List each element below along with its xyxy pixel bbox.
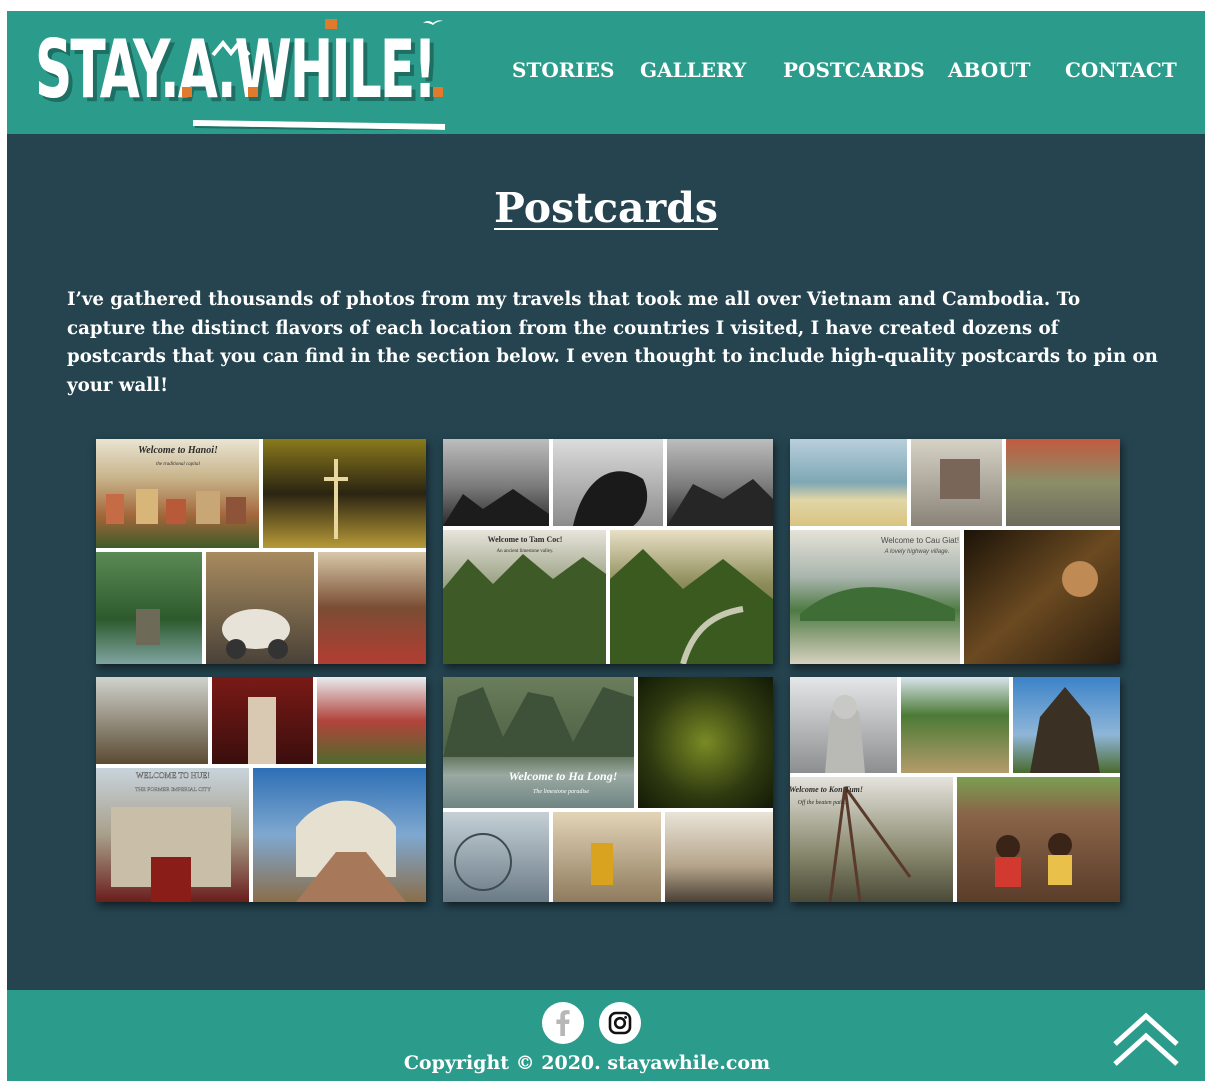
postcard-hue[interactable]: WELCOME TO HUE! THE FORMER IMPERIAL CITY [96,677,426,902]
double-chevron-up-icon [1113,1012,1179,1066]
postcard-image: Welcome to Cau Giat! A lovely highway vi… [790,439,1120,664]
page-title-text: Postcards [494,184,718,232]
postcard-image: Welcome to Kon Tum! Off the beaten path.… [790,677,1120,902]
postcard-caption-sub: the traditional capital [156,462,200,467]
postcard-image: Welcome to Tam Coc! An ancient limestone… [443,439,773,664]
page: STAY.A.WHILE! STAY.A.WHILE! STORIES GALL… [7,11,1205,1081]
postcard-caption-sub: Off the beaten path... [798,799,849,806]
postcard-caption-title: Welcome to Ha Long! [509,769,618,783]
site-footer: Copyright © 2020. stayawhile.com [7,990,1205,1081]
page-title: Postcards [7,183,1205,233]
main-nav: STORIES GALLERY POSTCARDS ABOUT CONTACT [7,11,1205,134]
postcard-cau-giat[interactable]: Welcome to Cau Giat! A lovely highway vi… [790,439,1120,664]
postcard-kon-tum[interactable]: Welcome to Kon Tum! Off the beaten path.… [790,677,1120,902]
postcard-ha-long[interactable]: Welcome to Ha Long! The limestone paradi… [443,677,773,902]
postcard-caption-title: Welcome to Tam Coc! [488,535,563,544]
site-header: STAY.A.WHILE! STAY.A.WHILE! STORIES GALL… [7,11,1205,134]
postcard-image: Welcome to Ha Long! The limestone paradi… [443,677,773,902]
postcard-caption-sub: THE FORMER IMPERIAL CITY [135,787,211,793]
postcard-caption-sub: The limestone paradise [533,789,589,795]
nav-postcards[interactable]: POSTCARDS [783,58,925,82]
back-to-top-button[interactable] [1111,1010,1181,1068]
postcard-caption-sub: An ancient limestone valley. [497,549,554,554]
copyright-text: Copyright © 2020. stayawhile.com [403,1052,771,1074]
postcard-image: WELCOME TO HUE! THE FORMER IMPERIAL CITY [96,677,426,902]
instagram-link[interactable] [599,1002,641,1044]
postcard-caption-title: Welcome to Cau Giat! [881,536,959,545]
nav-gallery[interactable]: GALLERY [640,58,746,82]
nav-contact[interactable]: CONTACT [1065,58,1177,82]
postcard-image: Welcome to Hanoi! the traditional capita… [96,439,426,664]
postcard-caption-sub: A lovely highway village. [884,549,950,555]
instagram-icon [608,1011,632,1035]
postcard-caption-title: Welcome to Kon Tum! [790,785,863,794]
nav-about[interactable]: ABOUT [948,58,1031,82]
facebook-icon [556,1010,570,1036]
nav-stories[interactable]: STORIES [512,58,614,82]
postcard-caption-title: Welcome to Hanoi! [138,445,218,456]
facebook-link[interactable] [542,1002,584,1044]
postcard-hanoi[interactable]: Welcome to Hanoi! the traditional capita… [96,439,426,664]
postcard-caption-title: WELCOME TO HUE! [136,771,210,780]
postcard-tam-coc[interactable]: Welcome to Tam Coc! An ancient limestone… [443,439,773,664]
intro-paragraph: I’ve gathered thousands of photos from m… [67,289,1158,396]
